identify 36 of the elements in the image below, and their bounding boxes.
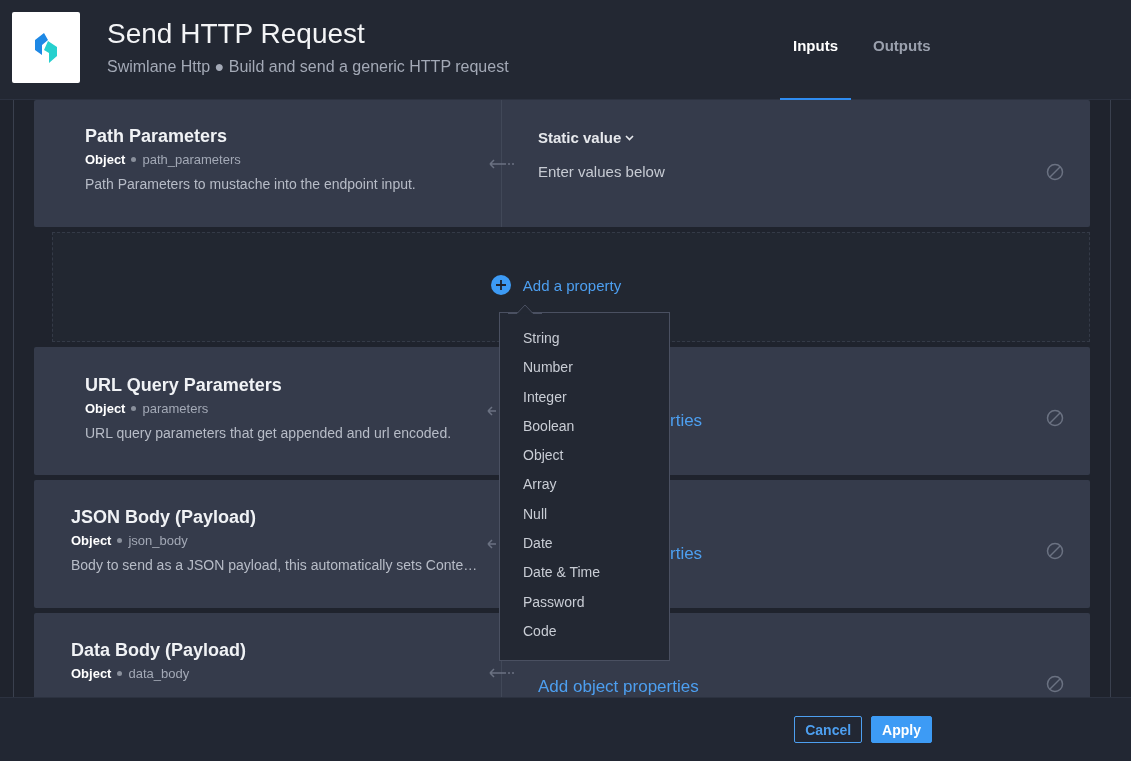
parameter-key: data_body bbox=[128, 666, 190, 681]
parameter-title: Path Parameters bbox=[85, 125, 229, 148]
menu-item[interactable]: String bbox=[500, 330, 669, 360]
parameter-type: Object bbox=[85, 152, 126, 167]
parameter-type: Object bbox=[85, 401, 126, 416]
menu-item[interactable]: Null bbox=[500, 505, 669, 536]
add-properties-link[interactable]: rties bbox=[670, 411, 1046, 431]
parameter-title: JSON Body (Payload) bbox=[71, 506, 258, 529]
value-hint: Enter values below bbox=[538, 163, 666, 180]
menu-item[interactable]: Date bbox=[500, 535, 669, 565]
page-title: Send HTTP Request bbox=[107, 17, 366, 51]
parameter-key: path_parameters bbox=[142, 152, 241, 167]
menu-item[interactable]: Password bbox=[500, 593, 669, 623]
mode-dropdown[interactable]: Static value bbox=[538, 129, 635, 146]
menu-item[interactable]: Date & Time bbox=[500, 564, 669, 594]
parameter-description: Path Parameters to mustache into the endpoint input. bbox=[85, 176, 417, 192]
menu-item[interactable]: Integer bbox=[500, 388, 669, 418]
menu-item[interactable]: Array bbox=[500, 476, 669, 506]
parameter-title: URL Query Parameters bbox=[85, 374, 283, 397]
page-subtitle: Swimlane Http ● Build and send a generic HTTP request bbox=[107, 58, 510, 76]
parameter-type: Object bbox=[71, 533, 112, 548]
parameter-key: json_body bbox=[128, 533, 188, 548]
cancel-button[interactable]: Cancel bbox=[794, 716, 863, 743]
parameter-title: Data Body (Payload) bbox=[71, 639, 248, 662]
menu-item[interactable]: Code bbox=[500, 622, 669, 653]
add-properties-link[interactable]: Add object properties bbox=[538, 677, 1046, 697]
add-properties-link[interactable]: rties bbox=[670, 544, 1046, 564]
menu-item[interactable]: Number bbox=[500, 359, 669, 389]
parameter-description: URL query parameters that get appended and url encoded. bbox=[85, 425, 453, 441]
parameter-type: Object bbox=[71, 666, 112, 681]
add-property-button[interactable]: Add a property bbox=[490, 275, 622, 295]
menu-item[interactable]: Boolean bbox=[500, 417, 669, 448]
tab[interactable]: Outputs bbox=[860, 0, 944, 100]
parameter-key: parameters bbox=[142, 401, 209, 416]
parameter-description: Body to send as a JSON payload, this automatically sets Conte… bbox=[71, 557, 479, 573]
menu-item[interactable]: Object bbox=[500, 447, 669, 477]
